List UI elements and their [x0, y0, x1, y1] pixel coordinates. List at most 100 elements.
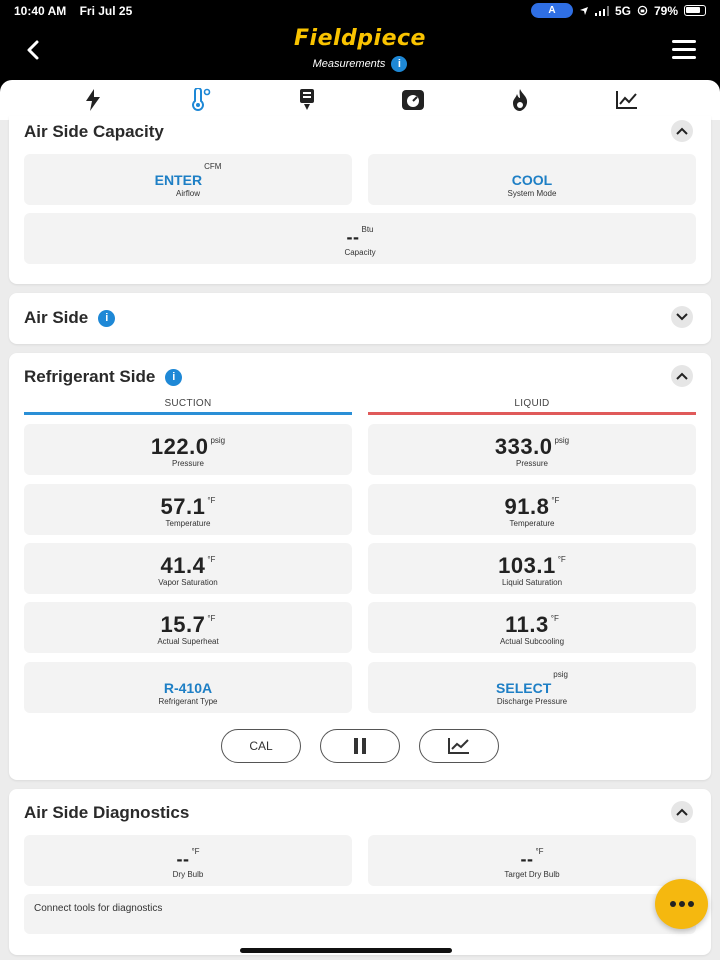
tab-electrical[interactable] [76, 85, 110, 115]
fieldpiece-logo: Fieldpiece [294, 26, 426, 51]
expand-button[interactable] [671, 306, 693, 328]
tab-graph[interactable] [610, 85, 644, 115]
refrigerant-type-label: Refrigerant Type [158, 697, 218, 706]
target-dry-bulb-label: Target Dry Bulb [504, 870, 560, 879]
vapor-saturation-label: Vapor Saturation [158, 578, 218, 587]
info-icon[interactable]: i [391, 56, 408, 72]
liquid-pressure-unit: psig [554, 436, 570, 445]
battery-percent: 79% [653, 3, 678, 18]
lightning-icon [86, 89, 101, 111]
actual-subcooling-label: Actual Subcooling [499, 637, 565, 646]
more-options-button[interactable] [655, 879, 708, 929]
liquid-saturation-label: Liquid Saturation [501, 578, 563, 587]
chevron-down-icon [676, 313, 688, 321]
dry-bulb-tile[interactable]: -- °F Dry Bulb [24, 835, 352, 886]
suction-header: SUCTION [164, 398, 212, 409]
air-side-title-text: Air Side [24, 308, 89, 327]
air-side-card[interactable]: Air Side i [9, 293, 711, 344]
suction-temperature-value: 57.1 [160, 494, 206, 519]
collapse-button[interactable] [671, 365, 693, 387]
capacity-label: Capacity [344, 248, 376, 257]
hamburger-menu-icon[interactable] [672, 40, 696, 60]
liquid-saturation-tile[interactable]: 103.1 °F Liquid Saturation [368, 543, 696, 594]
capacity-tile: -- Btu Capacity [24, 213, 696, 264]
battery-icon [684, 5, 706, 16]
actual-subcooling-unit: °F [550, 614, 559, 623]
liquid-temperature-tile[interactable]: 91.8 °F Temperature [368, 484, 696, 535]
status-pill: A [530, 3, 573, 18]
airflow-value: ENTER [154, 172, 203, 188]
actual-superheat-tile[interactable]: 15.7 °F Actual Superheat [24, 602, 352, 653]
liquid-pressure-label: Pressure [515, 459, 548, 468]
actual-superheat-unit: °F [207, 614, 216, 623]
vapor-saturation-unit: °F [207, 555, 216, 564]
collapse-button[interactable] [671, 120, 693, 142]
refrigerant-side-card: Refrigerant Side i SUCTION LIQUID 122.0 p… [9, 353, 711, 780]
airflow-label: Airflow [175, 189, 200, 198]
liquid-temperature-unit: °F [551, 496, 560, 505]
air-side-capacity-title: Air Side Capacity [24, 122, 164, 141]
liquid-pressure-tile[interactable]: 333.0 psig Pressure [368, 424, 696, 475]
subtitle-text: Measurements [312, 58, 386, 70]
refrigerant-type-value: R-410A [163, 680, 213, 696]
system-mode-tile[interactable]: COOL System Mode [368, 154, 696, 205]
collapse-button[interactable] [671, 801, 693, 823]
more-dots-icon [669, 901, 676, 907]
discharge-pressure-tile[interactable]: SELECT psig Discharge Pressure [368, 662, 696, 713]
home-indicator[interactable] [240, 948, 452, 953]
pause-icon [354, 738, 366, 754]
suction-pressure-unit: psig [210, 436, 226, 445]
capacity-unit: Btu [361, 225, 374, 234]
discharge-pressure-unit: psig [553, 670, 568, 679]
actual-subcooling-tile[interactable]: 11.3 °F Actual Subcooling [368, 602, 696, 653]
tab-charging[interactable] [290, 85, 324, 115]
refrigerant-type-tile[interactable]: R-410A Refrigerant Type [24, 662, 352, 713]
airflow-unit: CFM [204, 162, 222, 171]
actual-superheat-value: 15.7 [160, 612, 206, 637]
chevron-up-icon [676, 127, 688, 135]
suction-temperature-tile[interactable]: 57.1 °F Temperature [24, 484, 352, 535]
info-icon[interactable]: i [165, 368, 183, 386]
target-dry-bulb-tile[interactable]: -- °F Target Dry Bulb [368, 835, 696, 886]
flame-icon [512, 89, 528, 111]
airflow-tile[interactable]: ENTER CFM Airflow [24, 154, 352, 205]
air-side-diagnostics-card: Air Side Diagnostics -- °F Dry Bulb -- °F … [9, 789, 711, 955]
diagnostics-message: Connect tools for diagnostics [24, 894, 696, 934]
suction-temperature-unit: °F [207, 496, 216, 505]
dry-bulb-label: Dry Bulb [172, 870, 204, 879]
tab-combustion[interactable] [503, 85, 537, 115]
actual-superheat-label: Actual Superheat [157, 637, 219, 646]
liquid-pressure-value: 333.0 [494, 434, 553, 459]
graph-button[interactable] [419, 729, 499, 763]
info-icon[interactable]: i [98, 309, 116, 327]
status-bar: 10:40 AM Fri Jul 25 [14, 4, 142, 18]
dry-bulb-value: -- [176, 849, 190, 869]
scale-icon [402, 90, 425, 110]
suction-bar [24, 412, 352, 415]
vapor-saturation-tile[interactable]: 41.4 °F Vapor Saturation [24, 543, 352, 594]
pause-button[interactable] [320, 729, 400, 763]
tab-temperature[interactable] [183, 85, 217, 115]
system-mode-value: COOL [511, 172, 553, 188]
refrigerant-side-title: Refrigerant Side i [24, 367, 183, 387]
capacity-value: -- [346, 227, 360, 247]
suction-pressure-value: 122.0 [150, 434, 209, 459]
suction-pressure-tile[interactable]: 122.0 psig Pressure [24, 424, 352, 475]
cal-button[interactable]: CAL [221, 729, 301, 763]
liquid-saturation-value: 103.1 [498, 553, 556, 578]
network-label: 5G [614, 3, 631, 18]
liquid-temperature-value: 91.8 [504, 494, 550, 519]
liquid-bar [368, 412, 696, 415]
target-dry-bulb-value: -- [520, 849, 534, 869]
chart-icon [615, 91, 637, 109]
vapor-saturation-value: 41.4 [160, 553, 206, 578]
air-side-capacity-card: Air Side Capacity ENTER CFM Airflow COOL … [9, 116, 711, 284]
system-mode-label: System Mode [507, 189, 557, 198]
tool-tab-bar [0, 80, 720, 120]
orientation-lock-icon [637, 5, 648, 16]
air-side-title: Air Side i [24, 308, 116, 328]
status-time: 10:40 AM [14, 4, 67, 18]
discharge-pressure-label: Discharge Pressure [496, 697, 568, 706]
status-date: Fri Jul 25 [79, 4, 133, 18]
tab-scale[interactable] [396, 85, 430, 115]
